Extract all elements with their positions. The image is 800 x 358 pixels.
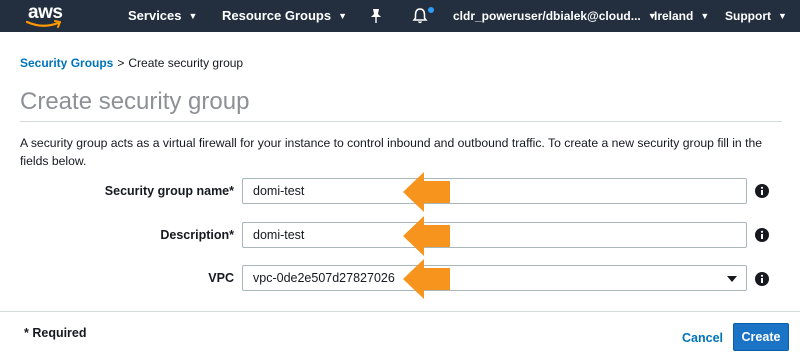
breadcrumb-current: Create security group — [128, 56, 244, 70]
breadcrumb-security-groups-link[interactable]: Security Groups — [20, 56, 113, 70]
account-menu-label: cldr_poweruser/dbialek@cloud... — [453, 9, 641, 23]
chevron-down-icon: ▼ — [338, 11, 348, 21]
annotation-arrow-icon — [403, 216, 450, 256]
breadcrumb: Security Groups > Create security group — [20, 56, 243, 70]
support-menu-label: Support — [725, 9, 771, 23]
services-menu-label: Services — [128, 8, 182, 23]
footer-divider — [0, 311, 800, 312]
aws-smile-icon — [26, 20, 61, 28]
security-group-name-label: Security group name* — [104, 184, 234, 198]
vpc-label: VPC — [208, 271, 234, 285]
chevron-down-icon: ▼ — [188, 11, 198, 21]
annotation-arrow-icon — [403, 172, 450, 212]
region-menu-label: Ireland — [654, 9, 694, 23]
chevron-down-icon: ▼ — [700, 11, 710, 21]
info-icon[interactable] — [755, 228, 769, 242]
vpc-select[interactable]: vpc-0de2e507d27827026 — [242, 265, 747, 291]
title-divider — [20, 121, 782, 122]
description-input[interactable] — [242, 222, 747, 248]
top-navigation-bar: aws Services ▼ Resource Groups ▼ cldr_powe… — [0, 0, 800, 32]
annotation-arrow-icon — [403, 259, 450, 299]
chevron-down-icon — [727, 276, 737, 282]
pin-icon[interactable] — [369, 8, 383, 24]
resource-groups-menu-label: Resource Groups — [222, 8, 332, 23]
chevron-down-icon: ▼ — [778, 11, 787, 21]
required-note: * Required — [24, 326, 87, 340]
region-menu[interactable]: Ireland ▼ — [654, 0, 709, 32]
create-button[interactable]: Create — [733, 323, 789, 351]
support-menu[interactable]: Support ▼ — [725, 0, 787, 32]
resource-groups-menu[interactable]: Resource Groups ▼ — [222, 0, 347, 32]
security-group-name-input[interactable] — [242, 178, 747, 204]
account-menu[interactable]: cldr_poweruser/dbialek@cloud... ▼ — [453, 0, 657, 32]
page-description: A security group acts as a virtual firew… — [20, 136, 763, 168]
services-menu[interactable]: Services ▼ — [128, 0, 197, 32]
notification-badge — [428, 7, 434, 13]
info-icon[interactable] — [755, 272, 769, 286]
breadcrumb-separator: > — [117, 56, 125, 70]
description-label: Description* — [160, 228, 234, 242]
aws-logo[interactable]: aws — [18, 1, 88, 31]
bell-icon[interactable] — [412, 7, 428, 25]
cancel-button[interactable]: Cancel — [682, 331, 723, 345]
info-icon[interactable] — [755, 184, 769, 198]
page-title: Create security group — [20, 88, 250, 115]
vpc-select-value: vpc-0de2e507d27827026 — [253, 271, 395, 285]
